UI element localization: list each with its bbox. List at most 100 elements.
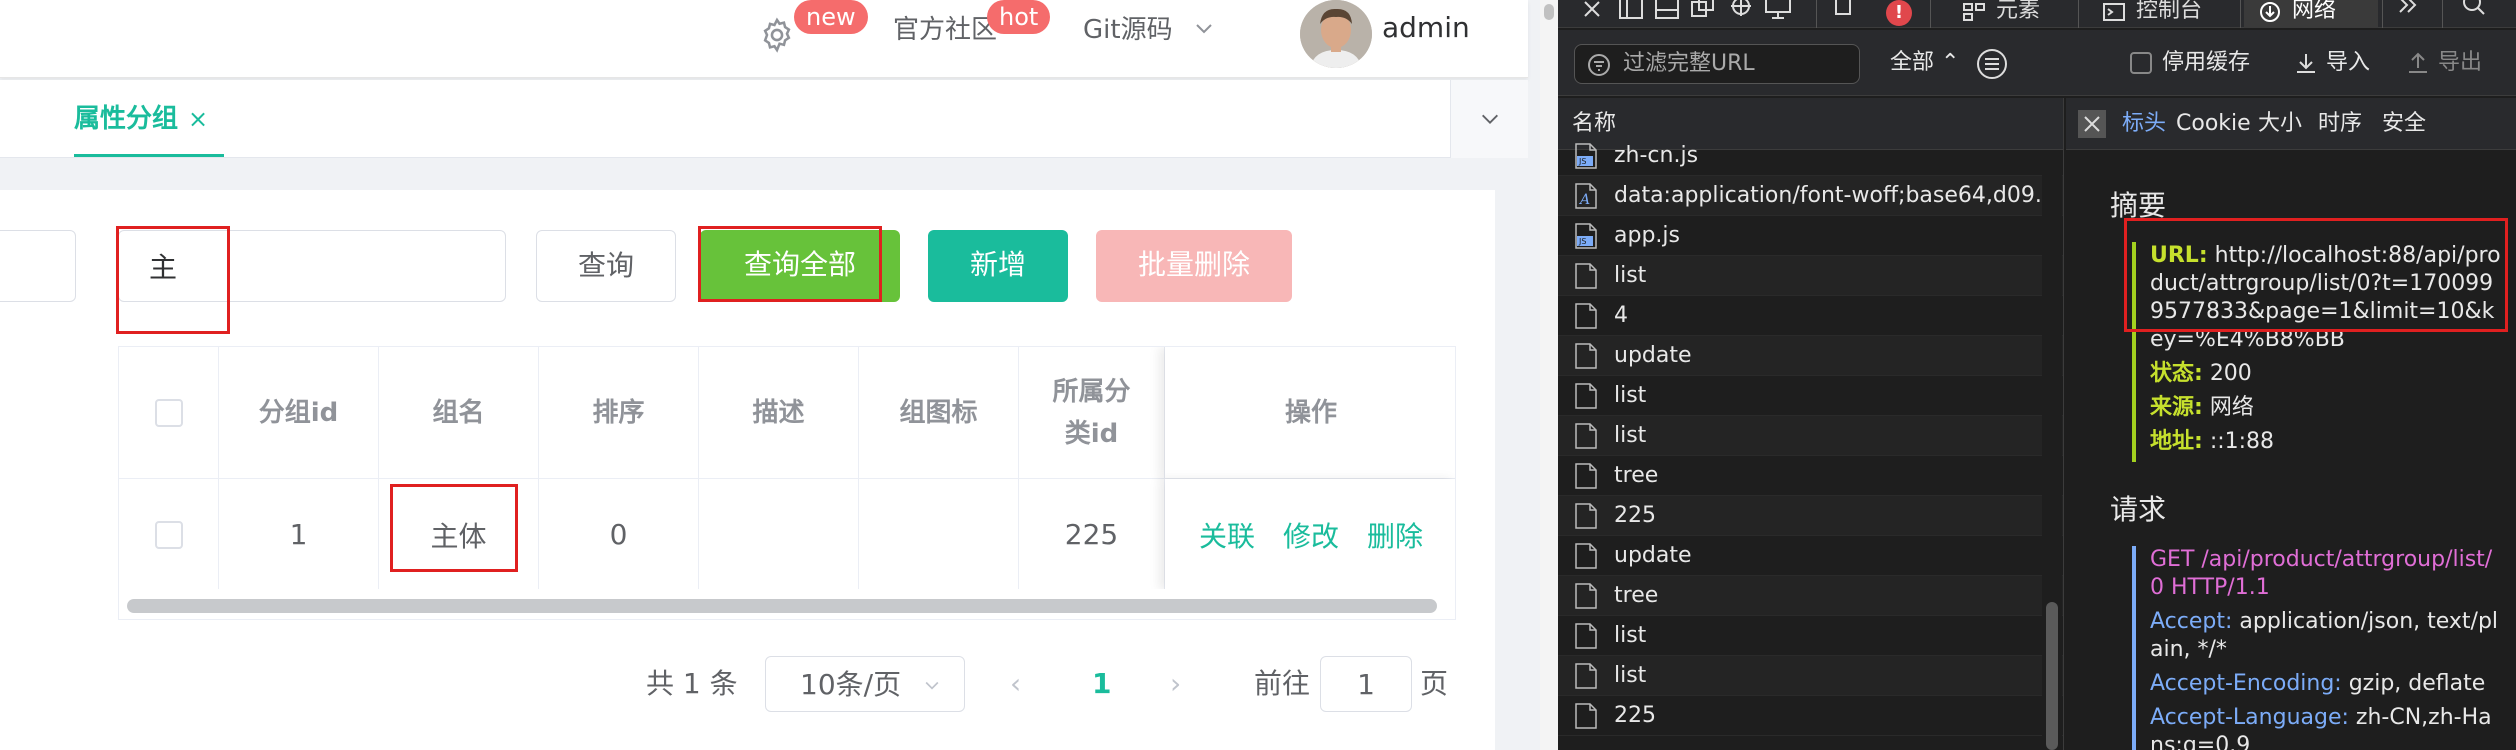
request-list-scrollbar[interactable] (2042, 150, 2062, 750)
git-source-link[interactable]: Git源码 (1083, 12, 1173, 48)
column-header[interactable]: 分组id (219, 347, 379, 478)
close-detail-button[interactable] (2078, 110, 2106, 138)
table-scrollbar[interactable] (119, 589, 1455, 619)
request-section-title[interactable]: 请求 (2110, 488, 2166, 528)
request-row[interactable]: list (1558, 616, 2063, 656)
toolbar-divider (2240, 0, 2241, 28)
close-icon[interactable] (1580, 0, 1604, 24)
header-select-all (119, 347, 219, 478)
row-checkbox[interactable] (154, 520, 183, 549)
import-label[interactable]: 导入 (2326, 46, 2370, 80)
source-value: 网络 (2209, 395, 2254, 420)
request-row[interactable]: list (1558, 256, 2063, 296)
request-row[interactable]: JS zh-cn.js (1558, 136, 2063, 176)
column-header[interactable]: 排序 (539, 347, 699, 478)
request-name: list (1614, 663, 1647, 688)
tab-network[interactable]: 网络 (2244, 0, 2378, 28)
url-filter-input[interactable]: 过滤完整URL (1574, 44, 1860, 84)
request-row[interactable]: list (1558, 376, 2063, 416)
detail-tab-size[interactable]: 大小 (2258, 98, 2302, 150)
detail-tab-security[interactable]: 安全 (2382, 98, 2426, 150)
request-row[interactable]: 4 (1558, 296, 2063, 336)
chevron-down-icon[interactable] (1192, 16, 1216, 40)
chevron-down-icon (925, 681, 939, 690)
column-header[interactable]: 组名 (379, 347, 539, 478)
search-icon[interactable] (2462, 0, 2488, 24)
query-all-button[interactable]: 查询全部 (700, 230, 900, 302)
page-scrollbar[interactable] (1540, 0, 1558, 750)
responsive-icon[interactable] (1830, 0, 1856, 24)
query-button[interactable]: 查询 (536, 230, 676, 302)
request-row[interactable]: update (1558, 536, 2063, 576)
request-row[interactable]: tree (1558, 576, 2063, 616)
page-size-select[interactable]: 10条/页 (765, 656, 965, 712)
community-link[interactable]: 官方社区 (893, 12, 997, 48)
export-icon[interactable] (2406, 52, 2430, 76)
request-row[interactable]: 225 (1558, 496, 2063, 536)
error-count-badge[interactable]: ! (1886, 0, 1912, 26)
status-value: 200 (2209, 361, 2252, 386)
dock-side-icon[interactable] (1618, 0, 1644, 24)
request-name: zh-cn.js (1614, 143, 1699, 168)
device-icon[interactable] (1764, 0, 1792, 24)
inspect-icon[interactable] (1728, 0, 1754, 24)
cell-group-name: 主体 (379, 479, 539, 590)
request-name: list (1614, 383, 1647, 408)
tabs-dropdown-button[interactable] (1450, 80, 1528, 158)
request-row[interactable]: tree (1558, 456, 2063, 496)
more-tabs-icon[interactable] (2394, 0, 2422, 24)
tab-console[interactable]: 控制台 (2088, 0, 2202, 28)
row-select (119, 479, 219, 590)
delete-link[interactable]: 删除 (1367, 515, 1423, 555)
prev-page-button[interactable]: ‹ (1010, 656, 1021, 712)
detail-tab-timing[interactable]: 时序 (2318, 98, 2362, 150)
export-label[interactable]: 导出 (2438, 46, 2482, 80)
column-header[interactable]: 组图标 (859, 347, 1019, 478)
page-scrollbar-thumb[interactable] (1544, 4, 1554, 20)
search-input[interactable] (118, 230, 506, 302)
table-scrollbar-thumb[interactable] (127, 599, 1437, 613)
tab-label: 属性分组 (74, 104, 179, 134)
type-filter-select[interactable]: 全部 ⌃ (1890, 46, 1959, 80)
new-badge: new (794, 0, 868, 34)
add-button[interactable]: 新增 (928, 230, 1068, 302)
request-row[interactable]: update (1558, 336, 2063, 376)
batch-delete-button[interactable]: 批量删除 (1096, 230, 1292, 302)
tab-active-indicator (74, 154, 224, 157)
request-list-scrollbar-thumb[interactable] (2046, 602, 2058, 750)
request-row[interactable]: Adata:application/font-woff;base64,d09..… (1558, 176, 2063, 216)
gear-icon[interactable] (758, 16, 796, 54)
column-header[interactable]: 描述 (699, 347, 859, 478)
select-all-checkbox[interactable] (154, 398, 183, 427)
detail-tab-headers[interactable]: 标头 (2122, 98, 2166, 150)
relate-link[interactable]: 关联 (1199, 515, 1255, 555)
document-icon (1575, 423, 1597, 449)
dock-bottom-icon[interactable] (1654, 0, 1680, 24)
page-size-value: 10条/页 (800, 668, 902, 701)
request-row[interactable]: list (1558, 416, 2063, 456)
request-row[interactable]: list (1558, 656, 2063, 696)
tab-attribute-group[interactable]: 属性分组 × (74, 80, 208, 158)
edit-link[interactable]: 修改 (1283, 515, 1339, 555)
summary-section-title[interactable]: 摘要 (2110, 184, 2166, 224)
filter-options-icon[interactable] (1976, 48, 2008, 80)
next-page-button[interactable]: › (1170, 656, 1181, 712)
undock-icon[interactable] (1690, 0, 1716, 24)
close-icon[interactable]: × (188, 105, 208, 133)
request-row[interactable]: 225 (1558, 696, 2063, 736)
cell-category-id: 225 (1019, 479, 1165, 590)
request-name: update (1614, 543, 1692, 568)
avatar[interactable] (1300, 0, 1372, 68)
request-name: app.js (1614, 223, 1680, 248)
tab-elements[interactable]: 元素 (1948, 0, 2040, 28)
column-header[interactable]: 所属分类id (1019, 347, 1165, 478)
category-input[interactable] (0, 230, 76, 302)
detail-tab-cookie[interactable]: Cookie (2176, 98, 2251, 150)
disable-cache-checkbox[interactable] (2130, 52, 2152, 74)
import-icon[interactable] (2294, 52, 2318, 76)
header-accept: Accept: application/json, text/plain, */… (2150, 608, 2502, 664)
page-number-current[interactable]: 1 (1092, 656, 1111, 712)
goto-page-input[interactable]: 1 (1320, 656, 1412, 712)
request-row[interactable]: JS app.js (1558, 216, 2063, 256)
username[interactable]: admin (1382, 10, 1470, 46)
